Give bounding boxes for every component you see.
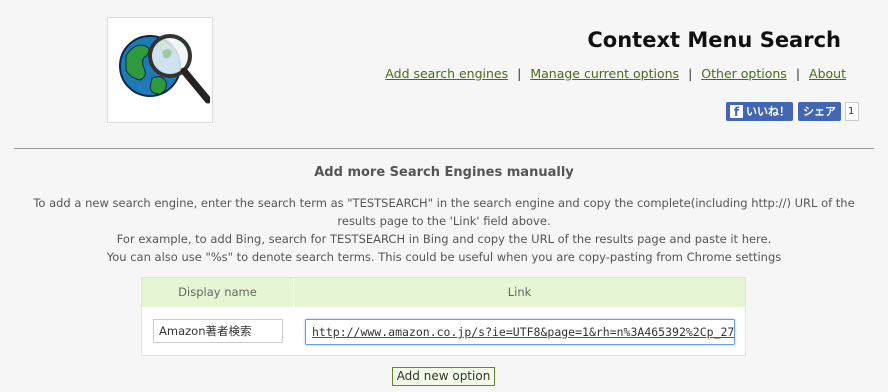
like-count: 1: [845, 102, 859, 121]
instruction-line: For example, to add Bing, search for TES…: [116, 232, 772, 246]
facebook-share-button[interactable]: シェア: [798, 102, 841, 121]
section-title: Add more Search Engines manually: [314, 165, 574, 180]
display-name-input[interactable]: Amazon著者検索: [153, 319, 283, 343]
like-label: いいね！: [746, 105, 790, 118]
search-engine-table: Display name Link Amazon著者検索 http://www.…: [141, 277, 746, 356]
link-input[interactable]: http://www.amazon.co.jp/s?ie=UTF8&page=1…: [305, 319, 735, 345]
facebook-icon: f: [730, 105, 743, 119]
column-header-display-name: Display name: [142, 278, 294, 307]
add-new-option-button[interactable]: Add new option: [392, 367, 495, 386]
instructions: To add a new search engine, enter the se…: [14, 194, 874, 266]
app-title: Context Menu Search: [587, 28, 841, 52]
nav-separator: |: [795, 66, 801, 81]
nav-separator: |: [688, 66, 693, 81]
app-logo: [107, 17, 213, 123]
nav-other-options[interactable]: Other options: [701, 66, 787, 81]
globe-magnifier-icon: [119, 34, 210, 104]
nav-manage-current-options[interactable]: Manage current options: [530, 66, 679, 81]
instruction-line: To add a new search engine, enter the se…: [33, 196, 855, 228]
header-divider: [14, 148, 874, 149]
instruction-line: You can also use "%s" to denote search t…: [106, 250, 782, 264]
top-nav: Add search engines | Manage current option…: [385, 66, 846, 81]
nav-separator: |: [517, 66, 522, 81]
column-header-link: Link: [294, 278, 745, 307]
nav-about[interactable]: About: [809, 66, 846, 81]
nav-add-search-engines[interactable]: Add search engines: [385, 66, 508, 81]
facebook-like-button[interactable]: f いいね！: [726, 102, 793, 121]
